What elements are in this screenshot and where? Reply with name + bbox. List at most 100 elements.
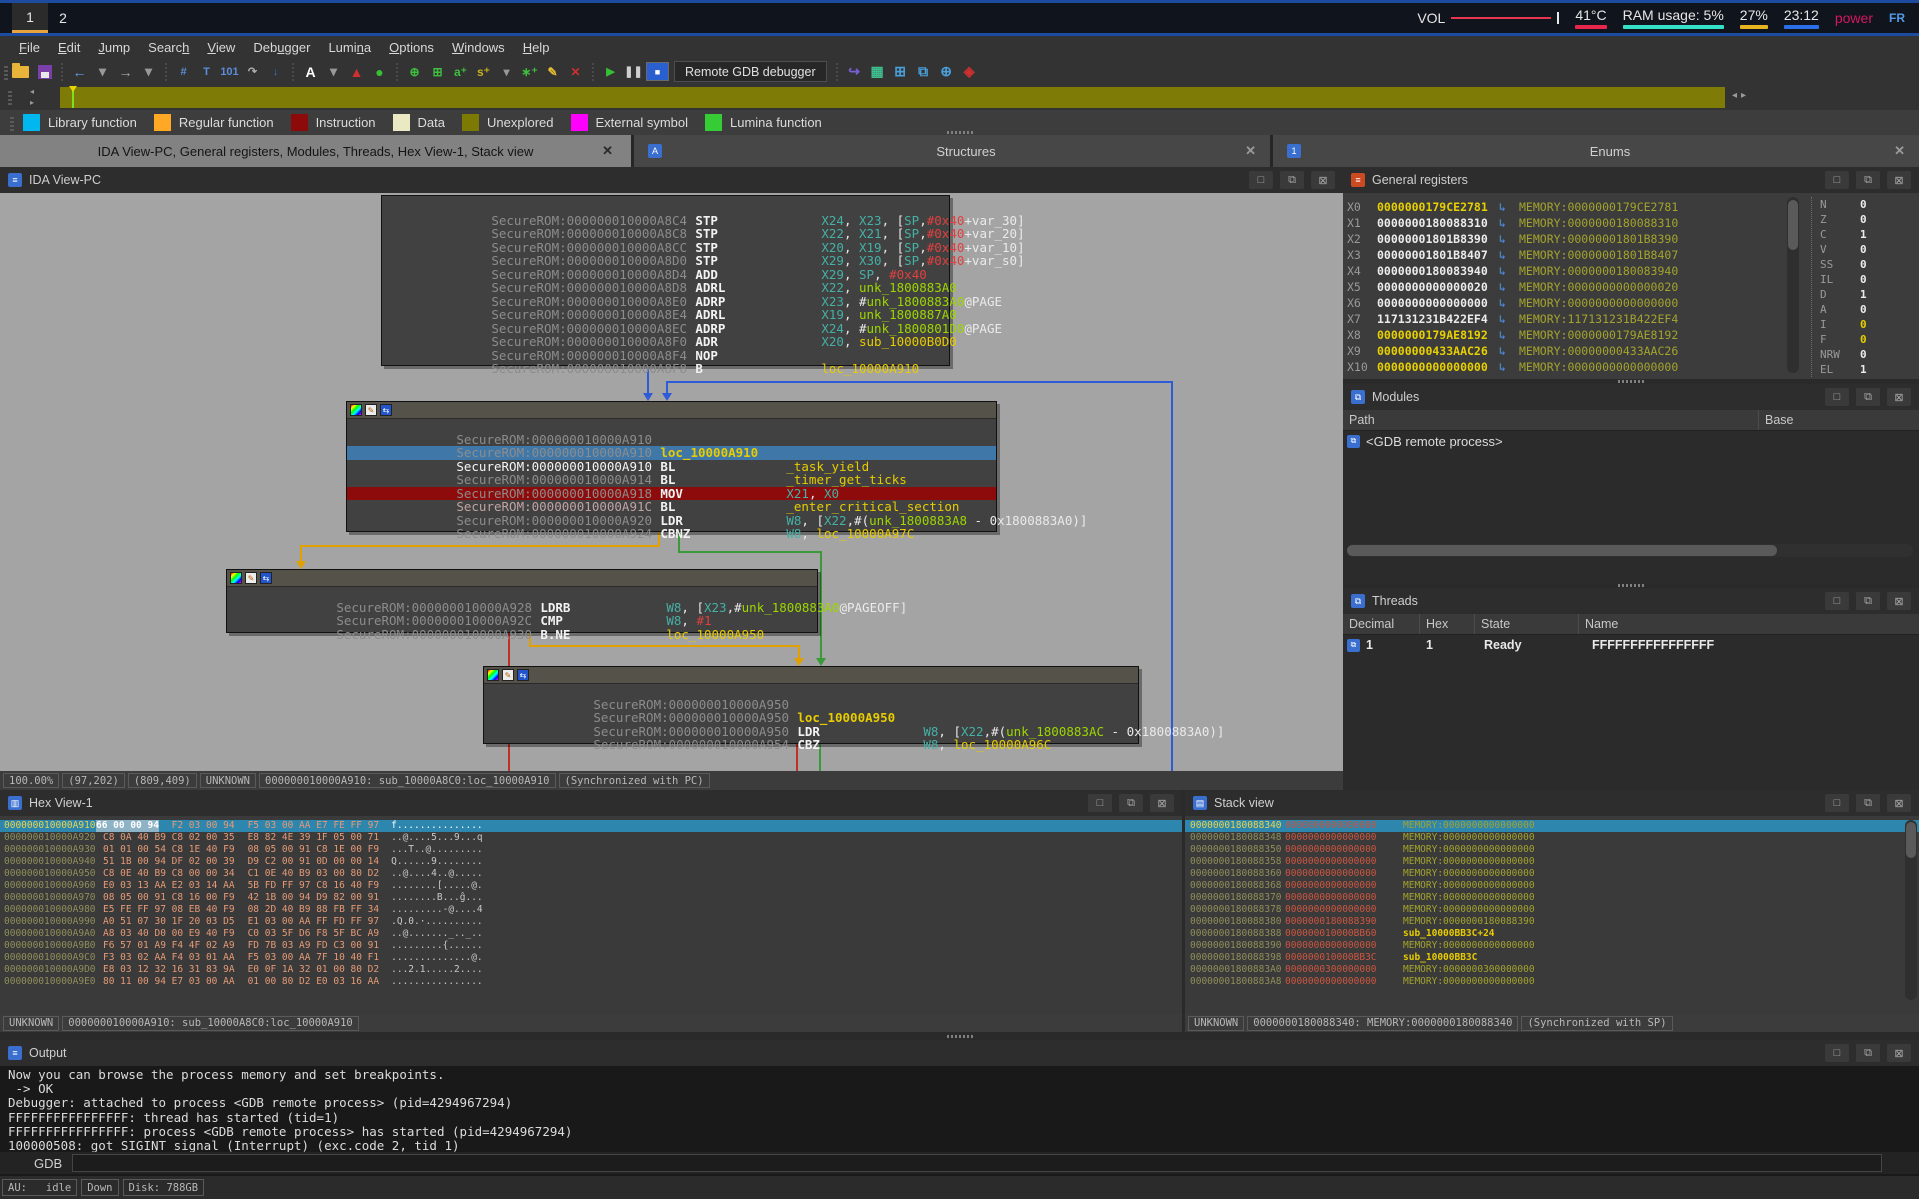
hex-selected-bytes[interactable]: 66 00 00 94 [96,820,159,832]
output-header[interactable]: ≡ Output □⧉⊠ [0,1040,1919,1066]
window-button[interactable]: ⧉ [1856,794,1880,812]
navband-arrows[interactable]: ◂▸ [30,86,34,108]
disasm-line[interactable]: SecureROM:000000010000A910 [347,419,996,433]
hex-row[interactable]: 000000010000A9C0F3 03 02 AA F4 03 01 AAF… [0,952,1182,964]
pin-icon[interactable]: ✕ [1245,143,1256,159]
column-state[interactable]: State [1475,614,1579,634]
register-memory-link[interactable]: MEMORY:0000000000000000 [1519,295,1678,311]
stack-link[interactable]: MEMORY:0000000000000000 [1403,940,1535,952]
hex-bytes[interactable]: E5 FE FF 97 08 EB 40 F9 [103,904,235,916]
hex-row[interactable]: 000000010000A9E080 11 00 94 E7 03 00 AA0… [0,976,1182,988]
flag-row[interactable]: C 1 [1820,227,1915,242]
menu-item[interactable]: Help [514,40,559,55]
window-button[interactable]: ⊠ [1887,794,1911,812]
registers-scrollbar[interactable] [1787,197,1799,373]
column-decimal[interactable]: Decimal [1343,614,1420,634]
toolbar-view-button[interactable]: T [195,60,218,83]
stack-view-header[interactable]: ▤ Stack view □⧉⊠ [1185,790,1919,816]
hex-bytes[interactable]: A8 03 40 D0 00 E9 40 F9 [103,928,235,940]
hex-bytes[interactable]: 01 01 00 54 C8 1E 40 F9 [103,844,235,856]
toolbar-edit-button[interactable]: ✕ [564,60,587,83]
stack-value[interactable]: 0000000000000000 [1285,976,1403,988]
debugger-window-button[interactable]: ↪ [843,60,866,83]
toolbar-edit-button[interactable]: ✎ [541,60,564,83]
hex-ascii[interactable]: ..@......._.._.. [391,928,483,940]
stack-value[interactable]: 0000000000000000 [1285,880,1403,892]
stack-value[interactable]: 0000000000000000 [1285,892,1403,904]
toolbar-edit-button[interactable]: ⊕ [403,60,426,83]
modules-column-header[interactable]: Path Base [1343,410,1919,431]
hex-ascii[interactable]: ........B...ĝ... [391,892,483,904]
stack-link[interactable]: MEMORY:0000000000000000 [1403,868,1535,880]
register-row[interactable]: X3 00000001801B8407 ↳ MEMORY:00000001801… [1347,247,1678,263]
output-log[interactable]: Now you can browse the process memory an… [8,1068,572,1153]
power-button[interactable]: power [1835,3,1873,33]
basic-block[interactable]: ✎ ⇆ SecureROM:000000010000A928LDRBW8, [X… [226,569,818,633]
hex-bytes[interactable]: 08 05 00 91 C8 1E 00 F9 [248,844,380,856]
hex-bytes[interactable]: FD 7B 03 A9 FD C3 00 91 [248,940,380,952]
register-value[interactable]: 00000000433AAC26 [1377,343,1499,359]
stack-row[interactable]: 00000001800883900000000000000000MEMORY:0… [1185,940,1919,952]
flag-value[interactable]: 0 [1860,317,1867,332]
window-button[interactable]: □ [1825,171,1849,189]
toolbar-mark-button[interactable]: ● [368,60,391,83]
toolbar-mark-button[interactable]: A [299,60,322,83]
hex-bytes[interactable]: C0 03 5F D6 F8 5F BC A9 [248,928,380,940]
hex-ascii[interactable]: ........[.....@. [391,880,483,892]
flag-row[interactable]: D 1 [1820,287,1915,302]
graph-canvas[interactable]: SecureROM:000000010000A8C4STPX24, X23, [… [0,193,1343,771]
menu-item[interactable]: Search [139,40,198,55]
navband-right-icon[interactable]: ▸ [30,97,34,108]
hex-row[interactable]: 000000010000A920C8 0A 40 B9 C8 02 00 35E… [0,832,1182,844]
hex-ascii[interactable]: ..............@. [391,952,483,964]
window-button[interactable]: □ [1825,388,1849,406]
register-memory-link[interactable]: MEMORY:0000000179CE2781 [1519,199,1678,215]
hex-ascii[interactable]: ..@....4..@..... [391,868,483,880]
toolbar-view-button[interactable]: # [172,60,195,83]
debugger-window-button[interactable]: ◈ [958,60,981,83]
hex-bytes[interactable]: 08 05 00 91 C8 16 00 F9 [103,892,235,904]
stack-link[interactable]: MEMORY:0000000180088390 [1403,916,1535,928]
toolbar-view-button[interactable]: ↓ [264,60,287,83]
flag-row[interactable]: IL 0 [1820,272,1915,287]
palette-icon[interactable] [487,669,499,681]
hex-row[interactable]: 000000010000A9A0A8 03 40 D0 00 E9 40 F9C… [0,928,1182,940]
register-value[interactable]: 0000000000000020 [1377,279,1499,295]
stack-link[interactable]: MEMORY:0000000000000000 [1403,976,1535,988]
flag-row[interactable]: N 0 [1820,197,1915,212]
splitter-grip[interactable] [947,131,973,134]
ida-view-header[interactable]: ≡ IDA View-PC □⧉⊠ [0,167,1343,193]
menu-item[interactable]: View [198,40,244,55]
window-button[interactable]: ⊠ [1311,171,1335,189]
hex-dump[interactable]: 000000010000A91066 00 00 94 F2 03 00 94F… [0,816,1182,1014]
stack-row[interactable]: 00000001800883680000000000000000MEMORY:0… [1185,880,1919,892]
toolbar-nav-button[interactable]: ← [68,60,91,83]
window-button[interactable]: □ [1088,794,1112,812]
window-button[interactable]: ⊠ [1887,592,1911,610]
stack-row[interactable]: 00000001800883580000000000000000MEMORY:0… [1185,856,1919,868]
stack-link[interactable]: sub_10000BB3C [1403,952,1477,964]
stack-link[interactable]: sub_10000BB3C+24 [1403,928,1495,940]
window-button[interactable]: ⧉ [1856,592,1880,610]
debugger-window-button[interactable]: ⊞ [889,60,912,83]
register-memory-link[interactable]: MEMORY:0000000000000000 [1519,359,1678,375]
hex-row[interactable]: 000000010000A950C8 0E 40 B9 C8 00 00 34C… [0,868,1182,880]
hex-bytes[interactable]: 01 00 80 D2 E0 03 16 AA [248,976,380,988]
hex-ascii[interactable]: ..@....5...9...q [391,832,483,844]
menu-item[interactable]: Edit [49,40,89,55]
debug-control-button[interactable]: ❚❚ [622,60,645,83]
stack-value[interactable]: 0000000000000000 [1285,844,1403,856]
register-value[interactable]: 0000000179CE2781 [1377,199,1499,215]
window-button[interactable]: ⊠ [1150,794,1174,812]
navband-scroll-arrows[interactable]: ◂▸ [1732,90,1750,101]
stop-process-button[interactable]: ■ [646,62,669,81]
flag-value[interactable]: 1 [1860,287,1867,302]
open-file-button[interactable] [9,60,32,83]
scrollbar-thumb[interactable] [1347,545,1777,556]
hex-bytes[interactable]: D9 C2 00 91 0D 00 00 14 [248,856,380,868]
toolbar-mark-button[interactable]: ▾ [322,60,345,83]
toolbar-edit-button[interactable]: ⊞ [426,60,449,83]
debug-control-button[interactable]: ▶ [599,60,622,83]
stack-value[interactable]: 0000000300000000 [1285,964,1403,976]
register-value[interactable]: 00000001801B8407 [1377,247,1499,263]
